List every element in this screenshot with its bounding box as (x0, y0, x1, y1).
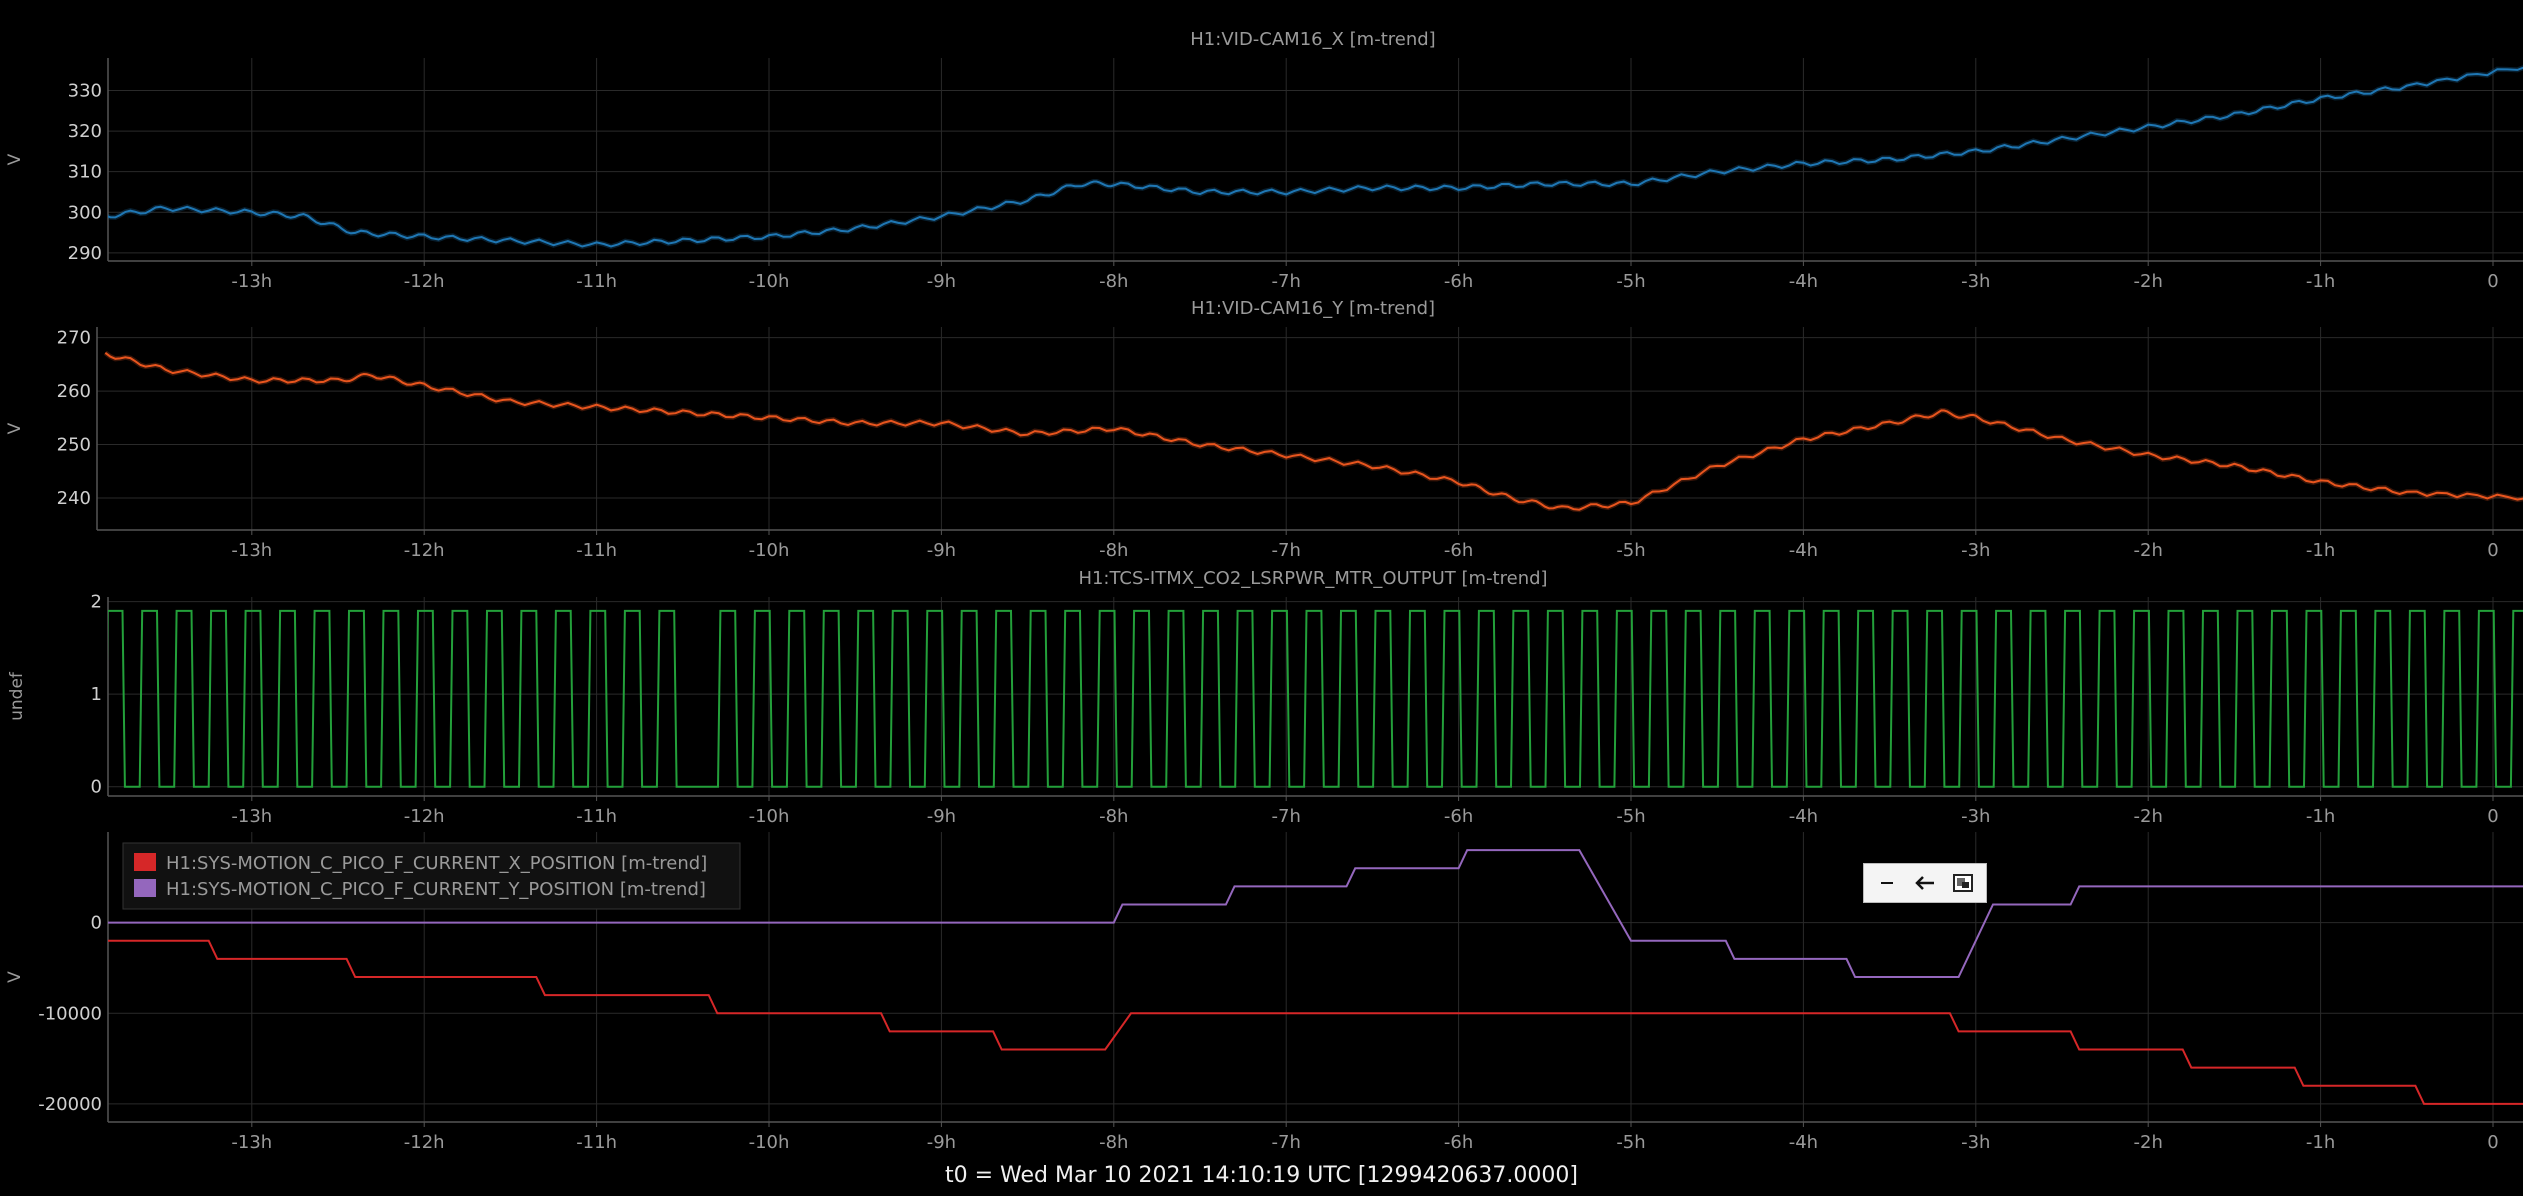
series-line-1 (104, 352, 2523, 511)
x-tick-label: -1h (2306, 271, 2335, 292)
x-tick-label: 0 (2487, 540, 2498, 561)
y-tick-label: 290 (68, 243, 102, 264)
x-tick-label: -6h (1444, 1132, 1473, 1153)
x-tick-label: -3h (1961, 806, 1990, 827)
x-tick-label: -10h (749, 806, 790, 827)
x-tick-label: -1h (2306, 540, 2335, 561)
x-tick-label: -6h (1444, 540, 1473, 561)
x-tick-label: -8h (1099, 271, 1128, 292)
chart-title: H1:VID-CAM16_Y [m-trend] (1191, 298, 1435, 319)
x-tick-label: -10h (749, 540, 790, 561)
x-tick-label: -13h (231, 540, 272, 561)
x-tick-label: -5h (1616, 1132, 1645, 1153)
chart-panel-4: -13h -12h -11h -10h -9h -8h -7h -6h -5h -4h -3h -2h… (5, 832, 2523, 1153)
x-tick-label: -10h (749, 271, 790, 292)
x-tick-label: -7h (1272, 271, 1301, 292)
x-tick-label: -12h (404, 806, 445, 827)
x-tick-label: -10h (749, 1132, 790, 1153)
series-line-1 (108, 66, 2523, 248)
series-line-1 (108, 939, 2523, 1105)
x-tick-label: -5h (1616, 540, 1645, 561)
series-band (108, 65, 2523, 250)
y-tick-label: 300 (68, 202, 102, 223)
y-tick-label: 320 (68, 121, 102, 142)
x-tick-label: -2h (2134, 806, 2163, 827)
plots-canvas: H1:VID-CAM16_X [m-trend] -13h -12h -11h -10h… (5, 29, 2523, 1153)
x-tick-label: -2h (2134, 540, 2163, 561)
x-tick-label: -9h (927, 806, 956, 827)
x-tick-label: -2h (2134, 1132, 2163, 1153)
y-tick-label: 2 (91, 592, 102, 613)
x-tick-label: -3h (1961, 271, 1990, 292)
y-tick-label: 330 (68, 80, 102, 101)
restore-window-icon[interactable] (1948, 868, 1978, 898)
x-tick-label: -9h (927, 1132, 956, 1153)
x-tick-label: 0 (2487, 1132, 2498, 1153)
chart-panel-3: H1:TCS-ITMX_CO2_LSRPWR_MTR_OUTPUT [m-tre… (7, 568, 2523, 827)
y-tick-label: 250 (57, 435, 91, 456)
y-tick-label: 1 (91, 684, 102, 705)
x-tick-label: -3h (1961, 540, 1990, 561)
x-tick-label: -1h (2306, 806, 2335, 827)
x-tick-label: -8h (1099, 540, 1128, 561)
x-tick-label: -3h (1961, 1132, 1990, 1153)
x-tick-label: -13h (231, 1132, 272, 1153)
x-tick-label: -7h (1272, 1132, 1301, 1153)
y-tick-label: -10000 (38, 1003, 102, 1024)
series-band (103, 350, 2523, 513)
y-axis-label: V (5, 422, 25, 434)
x-tick-label: -12h (404, 271, 445, 292)
x-tick-label: -11h (576, 540, 617, 561)
x-tick-label: -9h (927, 271, 956, 292)
x-tick-label: -4h (1789, 806, 1818, 827)
y-axis-label: V (5, 971, 25, 983)
x-tick-label: -2h (2134, 271, 2163, 292)
x-tick-label: -11h (576, 806, 617, 827)
y-tick-label: 240 (57, 488, 91, 509)
x-tick-label: -9h (927, 540, 956, 561)
x-tick-label: -4h (1789, 271, 1818, 292)
x-tick-label: 0 (2487, 271, 2498, 292)
y-axis-label: V (5, 153, 25, 165)
x-tick-label: 0 (2487, 806, 2498, 827)
legend-label: H1:SYS-MOTION_C_PICO_F_CURRENT_Y_POSITIO… (166, 879, 706, 900)
x-tick-label: -1h (2306, 1132, 2335, 1153)
arrow-left-icon[interactable] (1910, 868, 1940, 898)
x-tick-label: -7h (1272, 540, 1301, 561)
x-tick-label: -8h (1099, 1132, 1128, 1153)
y-tick-label: 270 (57, 328, 91, 349)
x-tick-label: -6h (1444, 271, 1473, 292)
x-tick-label: -6h (1444, 806, 1473, 827)
legend-label: H1:SYS-MOTION_C_PICO_F_CURRENT_X_POSITIO… (166, 853, 707, 874)
x-tick-label: -8h (1099, 806, 1128, 827)
t0-label: t0 = Wed Mar 10 2021 14:10:19 UTC [12994… (945, 1163, 1578, 1188)
x-tick-label: -11h (576, 1132, 617, 1153)
x-tick-label: -11h (576, 271, 617, 292)
plot-toolbar (1863, 863, 1987, 903)
y-tick-label: 0 (91, 913, 102, 934)
y-axis-label: undef (7, 671, 27, 721)
minus-icon[interactable] (1872, 868, 1902, 898)
x-tick-label: -7h (1272, 806, 1301, 827)
x-tick-label: -12h (404, 1132, 445, 1153)
x-tick-label: -12h (404, 540, 445, 561)
x-tick-label: -4h (1789, 540, 1818, 561)
legend: H1:SYS-MOTION_C_PICO_F_CURRENT_X_POSITIO… (122, 842, 741, 910)
y-tick-label: 260 (57, 381, 91, 402)
y-tick-label: -20000 (38, 1094, 102, 1115)
chart-title: H1:VID-CAM16_X [m-trend] (1190, 29, 1435, 50)
chart-panel-1: H1:VID-CAM16_X [m-trend] -13h -12h -11h -10h… (5, 29, 2523, 292)
x-tick-label: -13h (231, 806, 272, 827)
x-tick-label: -4h (1789, 1132, 1818, 1153)
legend-swatch (134, 879, 156, 897)
chart-panel-2: H1:VID-CAM16_Y [m-trend] -13h -12h -11h -10h… (5, 298, 2523, 561)
y-tick-label: 310 (68, 162, 102, 183)
chart-title: H1:TCS-ITMX_CO2_LSRPWR_MTR_OUTPUT [m-tre… (1078, 568, 1547, 589)
series-line-1 (108, 609, 2523, 788)
legend-swatch (134, 853, 156, 871)
y-tick-label: 0 (91, 777, 102, 798)
x-tick-label: -5h (1616, 806, 1645, 827)
x-tick-label: -5h (1616, 271, 1645, 292)
x-tick-label: -13h (231, 271, 272, 292)
